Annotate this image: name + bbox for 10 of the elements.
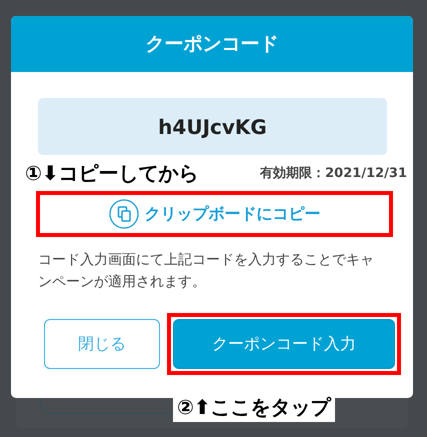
copy-icon [108, 199, 138, 229]
close-button[interactable]: 閉じる [44, 319, 160, 369]
coupon-code: h4UJcvKG [38, 98, 387, 155]
copy-link[interactable]: クリップボードにコピー [108, 199, 320, 229]
annotation-text: ②⬆ここをタップ [176, 394, 332, 421]
instruction-text: コード入力画面にて上記コードを入力することでキャンペーンが適用されます。 [38, 251, 375, 292]
coupon-entry-button[interactable]: クーポンコード入力 [173, 319, 395, 369]
expiry-date: 有効期限：2021/12/31 [260, 165, 407, 182]
dialog-title: クーポンコード [11, 16, 413, 72]
annotation-text: ①⬇コピーしてから [24, 160, 200, 187]
